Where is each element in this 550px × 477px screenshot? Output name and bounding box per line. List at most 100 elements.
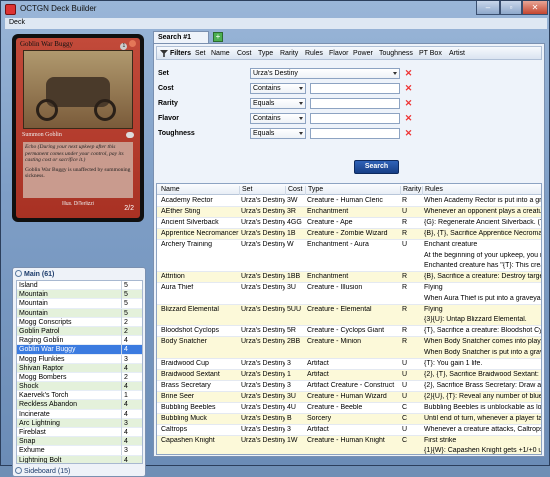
- column-header-set[interactable]: Set: [239, 186, 285, 195]
- filter-value-input[interactable]: [310, 128, 400, 139]
- result-row[interactable]: Academy Rector Urza's Destiny 3W Creature -…: [157, 196, 541, 207]
- deck-list-item[interactable]: Island 5: [17, 281, 142, 291]
- remove-filter-icon[interactable]: ✕: [404, 99, 413, 108]
- deck-list-item[interactable]: Mogg Bombers 2: [17, 372, 142, 383]
- deck-item-qty[interactable]: 5: [121, 281, 142, 290]
- set-select[interactable]: Urza's Destiny: [250, 68, 400, 79]
- remove-filter-icon[interactable]: ✕: [404, 114, 413, 123]
- filter-field-toughness[interactable]: Toughness: [379, 50, 413, 57]
- filter-field-name[interactable]: Name: [211, 50, 230, 57]
- result-row[interactable]: Bubbling Beebles Urza's Destiny 4U Creature…: [157, 403, 541, 414]
- deck-item-qty[interactable]: 4: [121, 363, 142, 373]
- main-section-header[interactable]: Main (61): [15, 270, 54, 278]
- deck-list-item[interactable]: Mogg Flunkies 3: [17, 354, 142, 364]
- title-bar[interactable]: OCTGN Deck Builder – ▫ ✕: [1, 1, 549, 18]
- deck-item-qty[interactable]: 4: [121, 428, 142, 437]
- result-row[interactable]: AEther Sting Urza's Destiny 3R Enchantment U…: [157, 207, 541, 218]
- result-row[interactable]: Braidwood Sextant Urza's Destiny 1 Artifact…: [157, 369, 541, 381]
- filter-field-rules[interactable]: Rules: [305, 50, 323, 57]
- deck-item-qty[interactable]: 3: [121, 354, 142, 364]
- operator-select[interactable]: Contains: [250, 83, 306, 94]
- filter-field-type[interactable]: Type: [258, 50, 273, 57]
- deck-item-qty[interactable]: 4: [121, 437, 142, 447]
- deck-list-item[interactable]: Incinerate 4: [17, 409, 142, 419]
- remove-filter-icon[interactable]: ✕: [404, 69, 413, 78]
- result-row[interactable]: Ancient Silverback Urza's Destiny 4GG Creat…: [157, 218, 541, 229]
- column-header-type[interactable]: Type: [305, 186, 400, 195]
- result-row[interactable]: Archery Training Urza's Destiny W Enchantme…: [157, 240, 541, 272]
- deck-item-qty[interactable]: 2: [121, 372, 142, 382]
- deck-item-qty[interactable]: 1: [121, 391, 142, 401]
- filter-value-input[interactable]: [310, 113, 400, 124]
- deck-list-item[interactable]: Arc Lightning 3: [17, 418, 142, 428]
- deck-item-qty[interactable]: 5: [121, 290, 142, 300]
- deck-list-item[interactable]: Mountain 5: [17, 299, 142, 309]
- result-row[interactable]: Capashen Knight Urza's Destiny 1W Creature …: [157, 435, 541, 454]
- deck-item-qty[interactable]: 4: [121, 382, 142, 392]
- filter-field-cost[interactable]: Cost: [237, 50, 251, 57]
- remove-filter-icon[interactable]: ✕: [404, 129, 413, 138]
- result-row[interactable]: Brass Secretary Urza's Destiny 3 Artifact C…: [157, 381, 541, 392]
- filter-field-artist[interactable]: Artist: [449, 50, 465, 57]
- collapse-icon[interactable]: [15, 270, 22, 277]
- deck-item-qty[interactable]: 4: [121, 400, 142, 410]
- filter-value-input[interactable]: [310, 98, 400, 109]
- deck-list-item[interactable]: Exhume 3: [17, 446, 142, 456]
- column-header-name[interactable]: Name: [159, 186, 239, 195]
- operator-select[interactable]: Equals: [250, 98, 306, 109]
- deck-item-qty[interactable]: 4: [121, 409, 142, 419]
- deck-list-item[interactable]: Shivan Raptor 4: [17, 363, 142, 373]
- column-header-rules[interactable]: Rules: [422, 186, 541, 195]
- deck-list-item[interactable]: Shock 4: [17, 382, 142, 392]
- filter-field-set[interactable]: Set: [195, 50, 206, 57]
- deck-list-item[interactable]: Fireblast 4: [17, 428, 142, 438]
- deck-list-item[interactable]: Snap 4: [17, 437, 142, 447]
- result-row[interactable]: Body Snatcher Urza's Destiny 2BB Creature -…: [157, 337, 541, 359]
- deck-list-item[interactable]: Mogg Conscripts 2: [17, 317, 142, 327]
- add-tab-button[interactable]: +: [213, 32, 223, 42]
- deck-list-item[interactable]: Goblin Patrol 2: [17, 326, 142, 337]
- deck-list-item[interactable]: Raging Goblin 4: [17, 336, 142, 346]
- deck-list-item[interactable]: Kaervek's Torch 1: [17, 391, 142, 401]
- deck-item-qty[interactable]: 5: [121, 308, 142, 318]
- deck-list-item[interactable]: Mountain 5: [17, 308, 142, 318]
- deck-item-qty[interactable]: 4: [121, 336, 142, 346]
- filter-field-power[interactable]: Power: [353, 50, 373, 57]
- operator-select[interactable]: Contains: [250, 113, 306, 124]
- deck-list-item[interactable]: Lightning Bolt 4: [17, 455, 142, 463]
- result-row[interactable]: Brine Seer Urza's Destiny 3U Creature - Hum…: [157, 391, 541, 403]
- result-row[interactable]: Bubbling Muck Urza's Destiny B Sorcery C Unti…: [157, 413, 541, 425]
- filter-field-pt-box[interactable]: PT Box: [419, 50, 442, 57]
- search-button[interactable]: Search: [354, 160, 399, 174]
- result-row[interactable]: Aura Thief Urza's Destiny 3U Creature - Ill…: [157, 283, 541, 305]
- minimize-button[interactable]: –: [476, 1, 500, 15]
- result-row[interactable]: Attrition Urza's Destiny 1BB Enchantment R {B…: [157, 272, 541, 283]
- deck-item-qty[interactable]: 4: [121, 345, 142, 355]
- tab-search-1[interactable]: Search #1: [153, 31, 209, 43]
- deck-item-qty[interactable]: 2: [121, 326, 142, 336]
- result-row[interactable]: Braidwood Cup Urza's Destiny 3 Artifact U {T}…: [157, 359, 541, 370]
- operator-select[interactable]: Equals: [250, 128, 306, 139]
- filter-value-input[interactable]: [310, 83, 400, 94]
- expand-icon[interactable]: [15, 467, 22, 474]
- close-button[interactable]: ✕: [522, 1, 548, 15]
- sideboard-section-header[interactable]: Sideboard (15): [15, 467, 70, 475]
- column-header-cost[interactable]: Cost: [285, 186, 305, 195]
- result-row[interactable]: Apprentice Necromancer Urza's Destiny 1B Cr…: [157, 229, 541, 240]
- column-header-rarity[interactable]: Rarity: [400, 186, 422, 195]
- deck-item-qty[interactable]: 2: [121, 317, 142, 327]
- result-row[interactable]: Caltrops Urza's Destiny 3 Artifact U Whenever…: [157, 425, 541, 436]
- deck-item-qty[interactable]: 4: [121, 455, 142, 463]
- result-row[interactable]: Blizzard Elemental Urza's Destiny 5UU Creat…: [157, 304, 541, 326]
- filter-field-rarity[interactable]: Rarity: [280, 50, 298, 57]
- result-row[interactable]: Bloodshot Cyclops Urza's Destiny 5R Creatur…: [157, 326, 541, 337]
- remove-filter-icon[interactable]: ✕: [404, 84, 413, 93]
- deck-item-qty[interactable]: 3: [121, 446, 142, 456]
- deck-list-item[interactable]: Mountain 5: [17, 290, 142, 300]
- maximize-button[interactable]: ▫: [500, 1, 522, 15]
- deck-list-item[interactable]: Reckless Abandon 4: [17, 400, 142, 410]
- filter-field-flavor[interactable]: Flavor: [329, 50, 348, 57]
- deck-list[interactable]: Island 5 Mountain 5 Mountain 5 Mountain 5 Mogg C…: [16, 280, 143, 464]
- menu-deck[interactable]: Deck: [9, 19, 25, 26]
- deck-item-qty[interactable]: 5: [121, 299, 142, 309]
